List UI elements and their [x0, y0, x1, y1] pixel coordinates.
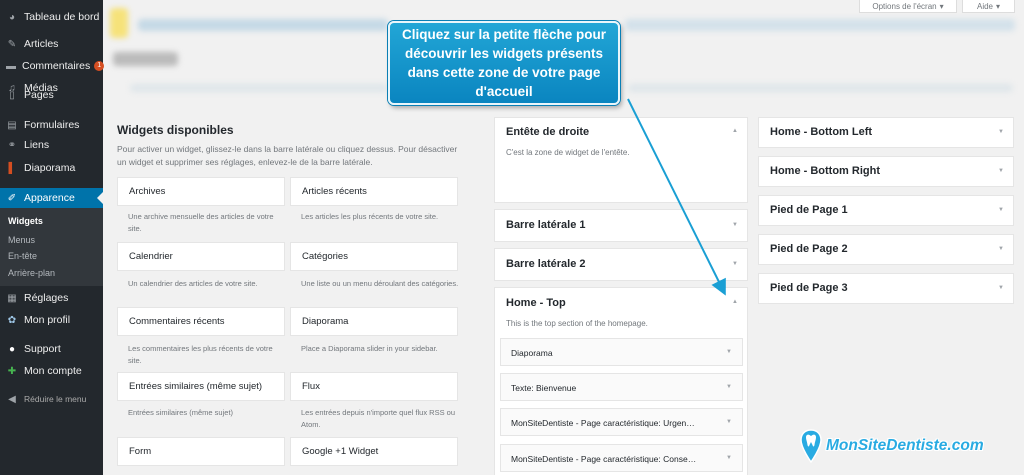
area-footer-2[interactable]: Pied de Page 2 ▼	[758, 234, 1014, 265]
profile-icon: ✿	[7, 314, 17, 326]
expand-arrow-icon[interactable]: ▼	[998, 168, 1004, 174]
area-footer-1[interactable]: Pied de Page 1 ▼	[758, 195, 1014, 226]
submenu-menus[interactable]: Menus	[8, 235, 35, 245]
collapse-menu-button[interactable]: ◀ Réduire le menu	[0, 389, 103, 409]
plus-icon: ✚	[7, 365, 17, 377]
menu-links[interactable]: ⚭ Liens	[0, 135, 103, 155]
widget-archives-desc: Une archive mensuelle des articles de vo…	[128, 212, 274, 233]
pin-icon: ✎	[7, 38, 17, 50]
home-top-widget-text[interactable]: Texte: Bienvenue ▼	[500, 373, 743, 401]
area-header-right: Entête de droite ▲ C'est la zone de widg…	[494, 117, 748, 203]
expand-arrow-icon[interactable]: ▼	[998, 285, 1004, 291]
home-top-widget-feature-2[interactable]: MonSiteDentiste - Page caractéristique: …	[500, 444, 743, 472]
submenu-widgets[interactable]: Widgets	[8, 216, 43, 226]
expand-arrow-icon[interactable]: ▼	[732, 261, 738, 267]
comment-count-badge: 1	[94, 61, 105, 71]
menu-slideshow[interactable]: ▌ Diaporama	[0, 158, 103, 178]
expand-arrow-icon[interactable]: ▼	[998, 246, 1004, 252]
slideshow-icon: ▌	[8, 162, 16, 174]
admin-sidebar: ◕ Tableau de bord ✎ Articles ▬ Commentai…	[0, 0, 105, 475]
widget-recent-comments[interactable]: Commentaires récents	[117, 307, 285, 336]
callout-tooltip: Cliquez sur la petite flèche pour découv…	[388, 21, 620, 105]
submenu-background[interactable]: Arrière-plan	[8, 268, 55, 278]
expand-arrow-icon[interactable]: ▼	[726, 384, 732, 390]
collapse-arrow-icon[interactable]: ▲	[732, 299, 738, 305]
widget-slideshow-desc: Place a Diaporama slider in your sidebar…	[301, 344, 438, 353]
watermark-logo: MonSiteDentiste.com	[800, 426, 984, 466]
widget-google-plus[interactable]: Google +1 Widget	[290, 437, 458, 466]
widget-rss[interactable]: Flux	[290, 372, 458, 401]
blurred-notice-marker	[110, 8, 128, 38]
expand-arrow-icon[interactable]: ▼	[726, 419, 732, 425]
collapse-icon: ◀	[8, 393, 16, 405]
widget-recent-comments-desc: Les commentaires les plus récents de vot…	[128, 344, 273, 365]
widget-recent-posts[interactable]: Articles récents	[290, 177, 458, 206]
collapse-arrow-icon[interactable]: ▲	[732, 128, 738, 134]
menu-articles[interactable]: ✎ Articles	[0, 34, 103, 54]
comment-icon: ▬	[6, 60, 16, 72]
available-widgets-title: Widgets disponibles	[117, 123, 234, 137]
blurred-page-title	[113, 52, 178, 66]
area-footer-3[interactable]: Pied de Page 3 ▼	[758, 273, 1014, 304]
widget-related-entries[interactable]: Entrées similaires (même sujet)	[117, 372, 285, 401]
widget-recent-posts-desc: Les articles les plus récents de votre s…	[301, 212, 439, 221]
dashboard-icon: ◕	[8, 11, 16, 23]
expand-arrow-icon[interactable]: ▼	[998, 129, 1004, 135]
menu-dashboard[interactable]: ◕ Tableau de bord	[0, 7, 103, 27]
link-icon: ⚭	[7, 139, 17, 151]
screen-options-tab[interactable]: Options de l'écran ▾	[859, 0, 957, 13]
area-sidebar-1[interactable]: Barre latérale 1 ▼	[494, 209, 748, 242]
home-top-widget-feature-1[interactable]: MonSiteDentiste - Page caractéristique: …	[500, 408, 743, 436]
blurred-notice-text	[138, 19, 388, 31]
area-home-bottom-left[interactable]: Home - Bottom Left ▼	[758, 117, 1014, 148]
widget-related-entries-desc: Entrées similaires (même sujet)	[128, 408, 234, 417]
help-tab[interactable]: Aide ▾	[962, 0, 1015, 13]
widget-calendar[interactable]: Calendrier	[117, 242, 285, 271]
appearance-submenu: Widgets Menus En-tête Arrière-plan	[0, 208, 103, 286]
available-widgets-description: Pour activer un widget, glissez-le dans …	[117, 144, 458, 167]
area-sidebar-2[interactable]: Barre latérale 2 ▼	[494, 248, 748, 281]
widget-rss-desc: Les entrées depuis n'importe quel flux R…	[301, 408, 456, 429]
page-icon: ▯	[9, 89, 15, 101]
home-top-widget-slideshow[interactable]: Diaporama ▼	[500, 338, 743, 366]
submenu-header[interactable]: En-tête	[8, 251, 37, 261]
menu-appearance[interactable]: ✐ Apparence	[0, 188, 103, 208]
blurred-subtitle	[130, 84, 388, 92]
caret-down-icon: ▾	[996, 1, 1001, 11]
expand-arrow-icon[interactable]: ▼	[732, 222, 738, 228]
area-home-bottom-right[interactable]: Home - Bottom Right ▼	[758, 156, 1014, 187]
blurred-notice-text	[625, 19, 1015, 31]
widget-archives[interactable]: Archives	[117, 177, 285, 206]
menu-pages[interactable]: ▯ Pages	[0, 85, 103, 105]
caret-down-icon: ▾	[939, 1, 944, 11]
menu-forms[interactable]: ▤ Formulaires	[0, 115, 103, 135]
form-icon: ▤	[7, 119, 17, 131]
menu-support[interactable]: ● Support	[0, 339, 103, 359]
expand-arrow-icon[interactable]: ▼	[726, 349, 732, 355]
expand-arrow-icon[interactable]: ▼	[998, 207, 1004, 213]
blurred-subtitle	[628, 84, 1013, 92]
menu-profile[interactable]: ✿ Mon profil	[0, 310, 103, 330]
support-icon: ●	[8, 343, 16, 355]
widget-form[interactable]: Form	[117, 437, 285, 466]
menu-comments[interactable]: ▬ Commentaires 1	[0, 56, 105, 76]
menu-account[interactable]: ✚ Mon compte	[0, 361, 103, 381]
expand-arrow-icon[interactable]: ▼	[726, 455, 732, 461]
widget-slideshow[interactable]: Diaporama	[290, 307, 458, 336]
brush-icon: ✐	[7, 192, 17, 204]
tooth-pin-icon	[800, 429, 822, 463]
widget-categories[interactable]: Catégories	[290, 242, 458, 271]
widget-calendar-desc: Un calendrier des articles de votre site…	[128, 279, 258, 288]
menu-settings[interactable]: ▦ Réglages	[0, 288, 103, 308]
widget-categories-desc: Une liste ou un menu déroulant des catég…	[301, 279, 459, 288]
settings-icon: ▦	[7, 292, 17, 304]
